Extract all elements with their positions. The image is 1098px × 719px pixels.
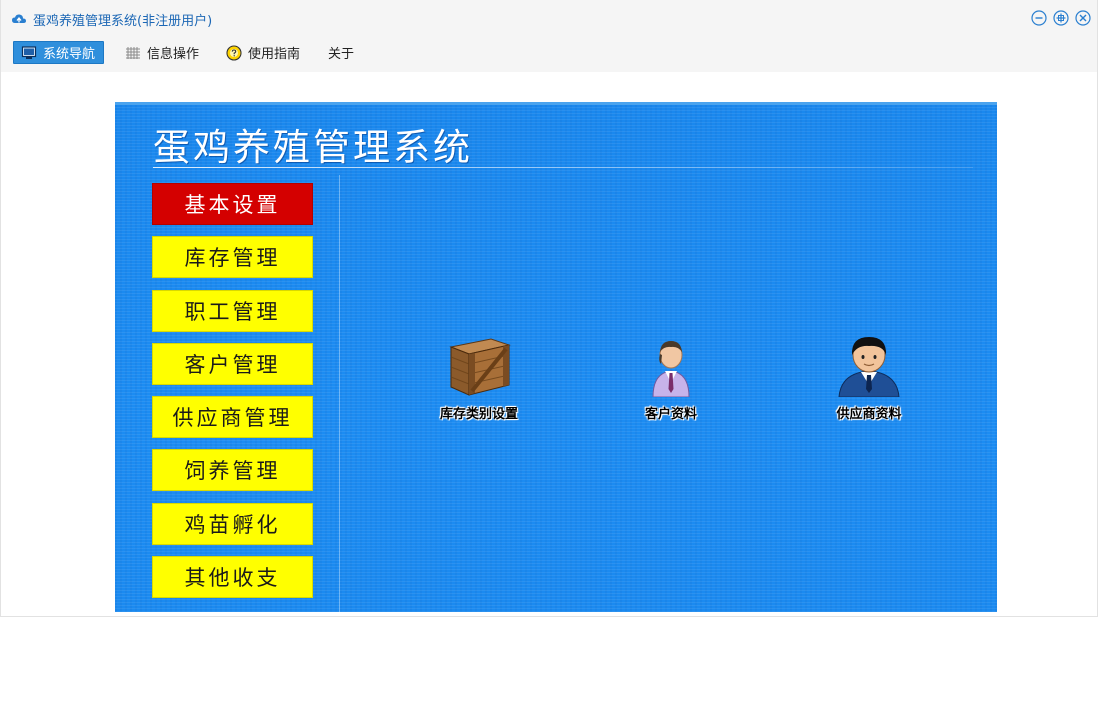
menu-about[interactable]: 关于: [328, 41, 354, 64]
nav-feeding-management[interactable]: 饲养管理: [152, 449, 313, 491]
panel-title: 蛋鸡养殖管理系统: [153, 126, 473, 169]
minimize-icon[interactable]: [1031, 10, 1047, 26]
title-divider: [153, 167, 973, 168]
nav-divider: [339, 175, 340, 612]
menu-item-label: 信息操作: [147, 47, 200, 62]
maximize-icon[interactable]: [1053, 10, 1069, 26]
tile-supplier-info[interactable]: 供应商资料: [799, 333, 939, 433]
nav-staff-management[interactable]: 职工管理: [152, 290, 313, 332]
menu-bar: 系统导航 信息操作 使用指南 关于: [1, 38, 1097, 72]
tile-label: 供应商资料: [836, 407, 902, 422]
menu-item-label: 使用指南: [248, 47, 301, 62]
menu-info-operation[interactable]: 信息操作: [125, 41, 199, 64]
menu-system-navigation[interactable]: 系统导航: [13, 41, 105, 64]
cloud-app-icon: [11, 11, 27, 27]
menu-user-guide[interactable]: 使用指南: [226, 41, 300, 64]
close-icon[interactable]: [1075, 10, 1091, 26]
nav-inventory-management[interactable]: 库存管理: [152, 236, 313, 278]
menu-item-label: 系统导航: [43, 47, 96, 62]
tile-label: 客户资料: [644, 407, 697, 422]
nav-customer-management[interactable]: 客户管理: [152, 343, 313, 385]
help-icon: [226, 44, 242, 61]
tile-customer-info[interactable]: 客户资料: [601, 333, 741, 433]
customer-person-icon: [637, 333, 705, 397]
wooden-crate-icon: [445, 333, 513, 397]
nav-chick-hatching[interactable]: 鸡苗孵化: [152, 503, 313, 545]
menu-item-label: 关于: [328, 47, 355, 62]
tile-label: 库存类别设置: [439, 407, 518, 422]
nav-basic-settings[interactable]: 基本设置: [152, 183, 313, 225]
nav-supplier-management[interactable]: 供应商管理: [152, 396, 313, 438]
monitor-icon: [21, 45, 37, 61]
app-window: 蛋鸡养殖管理系统(非注册用户) 系统导航 信息操作 使用指南 关于 蛋鸡养殖管理…: [0, 0, 1098, 617]
title-bar: 蛋鸡养殖管理系统(非注册用户): [1, 0, 1097, 38]
window-title: 蛋鸡养殖管理系统(非注册用户): [33, 14, 213, 29]
navigation-panel: 蛋鸡养殖管理系统 基本设置 库存管理 职工管理 客户管理 供应商管理 饲养管理 …: [115, 102, 997, 612]
supplier-person-icon: [835, 333, 903, 397]
tile-inventory-category[interactable]: 库存类别设置: [409, 333, 549, 433]
grid-icon: [125, 45, 141, 61]
nav-other-income-expense[interactable]: 其他收支: [152, 556, 313, 598]
